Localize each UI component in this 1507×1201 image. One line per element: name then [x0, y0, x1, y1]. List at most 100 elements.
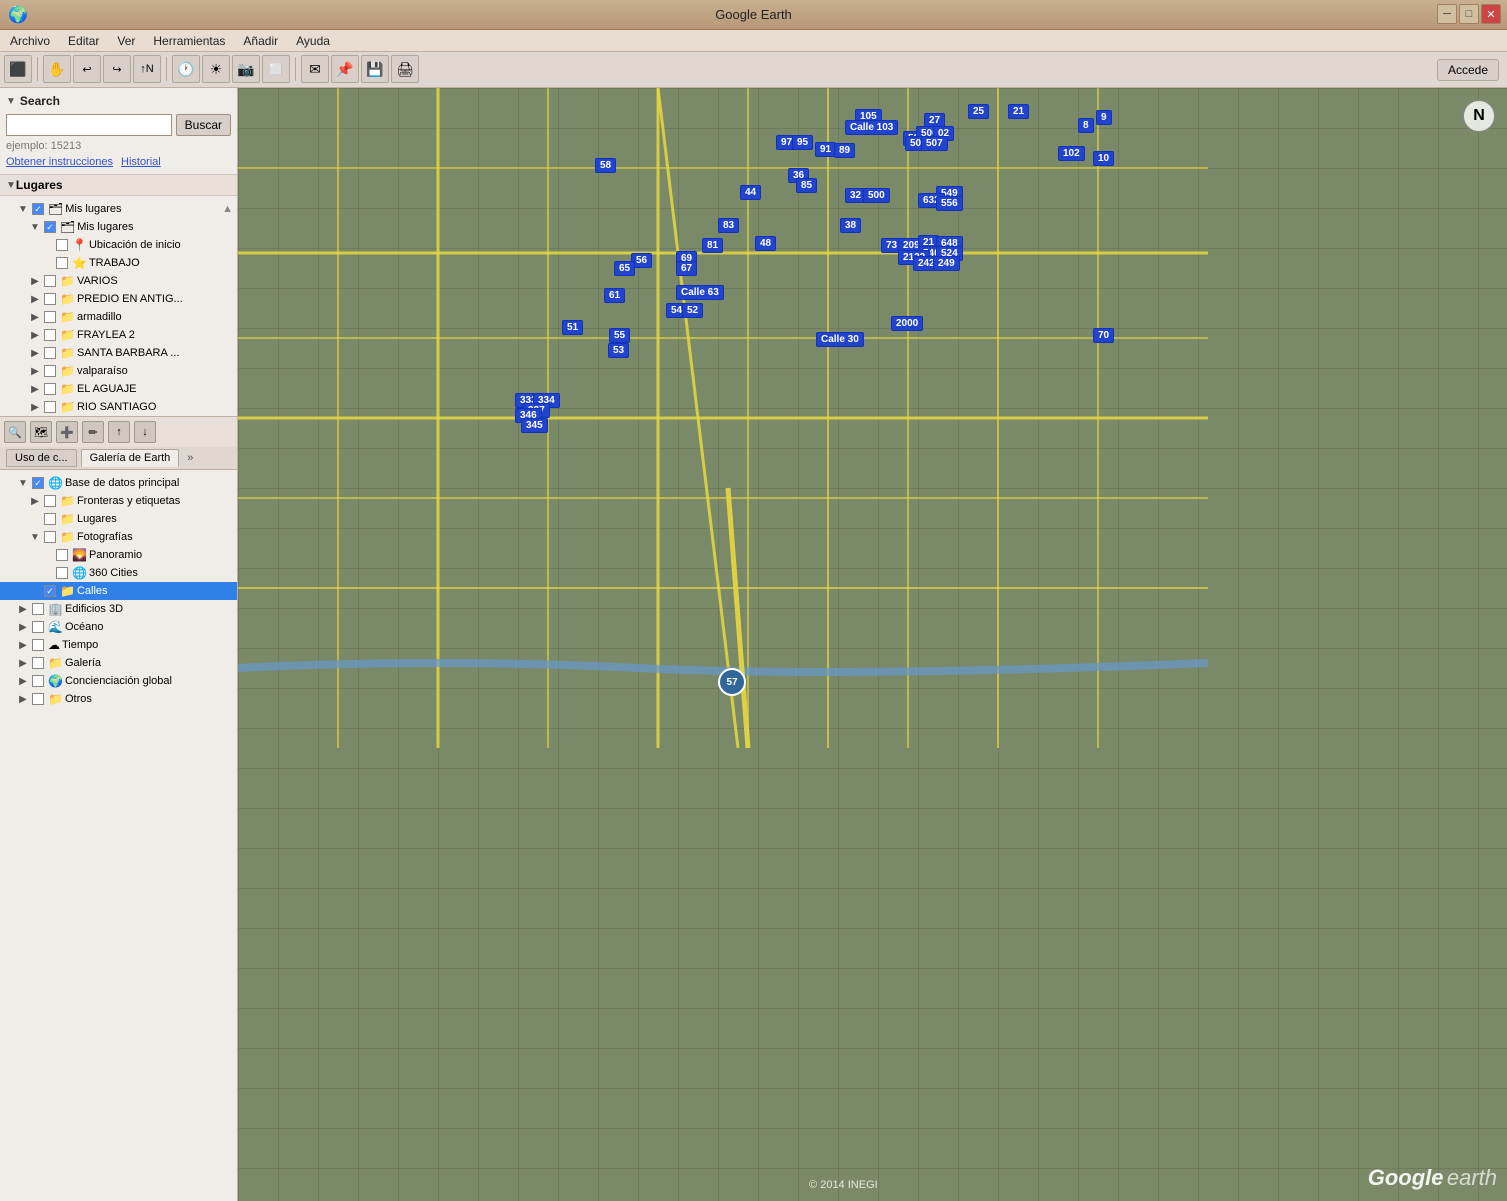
map-pin[interactable]: 10 — [1093, 151, 1114, 166]
map-pin[interactable]: 556 — [936, 196, 963, 211]
checkbox-calles[interactable] — [44, 585, 56, 597]
tree-item-predio[interactable]: ▶ 📁 PREDIO EN ANTIG... — [0, 290, 237, 308]
expand-fraylea[interactable]: ▶ — [28, 328, 42, 342]
map-area[interactable]: 21105272589Calle 10350506025035079795918… — [238, 88, 1507, 1201]
expand-fronteras[interactable]: ▶ — [28, 494, 42, 508]
expand-predio[interactable]: ▶ — [28, 292, 42, 306]
checkbox-oceano[interactable] — [32, 621, 44, 633]
tree-item-calles[interactable]: 📁 Calles — [0, 582, 237, 600]
checkbox-galeria[interactable] — [32, 657, 44, 669]
expand-galeria[interactable]: ▶ — [16, 656, 30, 670]
expand-tiempo[interactable]: ▶ — [16, 638, 30, 652]
map-pin[interactable]: 91 — [815, 142, 836, 157]
checkbox-edificios[interactable] — [32, 603, 44, 615]
checkbox-rio-santiago[interactable] — [44, 401, 56, 413]
tree-item-rio-santiago[interactable]: ▶ 📁 RIO SANTIAGO — [0, 398, 237, 416]
menu-ver[interactable]: Ver — [113, 32, 139, 50]
toolbar-sun[interactable]: ☀ — [202, 55, 230, 83]
toolbar-box[interactable]: ⬜ — [262, 55, 290, 83]
map-pin[interactable]: 70 — [1093, 328, 1114, 343]
checkbox-el-aguaje[interactable] — [44, 383, 56, 395]
expand-mis-lugares[interactable]: ▼ — [16, 202, 30, 216]
places-collapse-icon[interactable]: ▼ — [6, 180, 16, 191]
map-pin[interactable]: 58 — [595, 158, 616, 173]
toolbar-hand-btn[interactable]: ✋ — [43, 55, 71, 83]
toolbar-rotate-left[interactable]: ↩ — [73, 55, 101, 83]
tree-item-fraylea[interactable]: ▶ 📁 FRAYLEA 2 — [0, 326, 237, 344]
map-pin[interactable]: 95 — [792, 135, 813, 150]
map-pin[interactable]: 38 — [840, 218, 861, 233]
map-pin[interactable]: 89 — [834, 143, 855, 158]
tree-item-oceano[interactable]: ▶ 🌊 Océano — [0, 618, 237, 636]
checkbox-varios[interactable] — [44, 275, 56, 287]
checkbox-fotografias[interactable] — [44, 531, 56, 543]
checkbox-base-datos[interactable] — [32, 477, 44, 489]
map-pin[interactable]: 21 — [1008, 104, 1029, 119]
tree-item-el-aguaje[interactable]: ▶ 📁 EL AGUAJE — [0, 380, 237, 398]
tree-item-lugares-layer[interactable]: 📁 Lugares — [0, 510, 237, 528]
checkbox-concienciacion[interactable] — [32, 675, 44, 687]
tree-item-ubicacion[interactable]: 📍 Ubicación de inicio — [0, 236, 237, 254]
tree-item-fronteras[interactable]: ▶ 📁 Fronteras y etiquetas — [0, 492, 237, 510]
map-pin[interactable]: Calle 30 — [816, 332, 864, 347]
maximize-button[interactable]: □ — [1459, 4, 1479, 24]
map-pin[interactable]: Calle 103 — [845, 120, 898, 135]
search-input[interactable] — [6, 114, 172, 136]
sb-down-btn[interactable]: ↓ — [134, 421, 156, 443]
checkbox-fronteras[interactable] — [44, 495, 56, 507]
sb-map-btn[interactable]: 🗺 — [30, 421, 52, 443]
expand-oceano[interactable]: ▶ — [16, 620, 30, 634]
sb-search-btn[interactable]: 🔍 — [4, 421, 26, 443]
checkbox-lugares-layer[interactable] — [44, 513, 56, 525]
map-pin[interactable]: 249 — [933, 256, 960, 271]
map-pin[interactable]: 102 — [1058, 146, 1085, 161]
tree-item-fotografias[interactable]: ▼ 📁 Fotografías — [0, 528, 237, 546]
toolbar-photo[interactable]: 📷 — [232, 55, 260, 83]
checkbox-predio[interactable] — [44, 293, 56, 305]
sb-up-btn[interactable]: ↑ — [108, 421, 130, 443]
search-button[interactable]: Buscar — [176, 114, 231, 136]
checkbox-mis-lugares-sub[interactable] — [44, 221, 56, 233]
map-pin[interactable]: 53 — [608, 343, 629, 358]
tree-item-trabajo[interactable]: ⭐ TRABAJO — [0, 254, 237, 272]
close-button[interactable]: ✕ — [1481, 4, 1501, 24]
tree-item-360cities[interactable]: 🌐 360 Cities — [0, 564, 237, 582]
tree-item-base-datos[interactable]: ▼ 🌐 Base de datos principal — [0, 474, 237, 492]
map-pin[interactable]: 25 — [968, 104, 989, 119]
tree-item-valparaiso[interactable]: ▶ 📁 valparaíso — [0, 362, 237, 380]
menu-archivo[interactable]: Archivo — [6, 32, 54, 50]
toolbar-email[interactable]: ✉ — [301, 55, 329, 83]
expand-rio-santiago[interactable]: ▶ — [28, 400, 42, 414]
scroll-up[interactable]: ▲ — [222, 203, 233, 215]
toolbar-print[interactable]: 🖨 — [391, 55, 419, 83]
expand-valparaiso[interactable]: ▶ — [28, 364, 42, 378]
tree-item-tiempo[interactable]: ▶ ☁ Tiempo — [0, 636, 237, 654]
expand-mis-lugares-sub[interactable]: ▼ — [28, 220, 42, 234]
map-pin[interactable]: 67 — [676, 261, 697, 276]
tree-item-mis-lugares-sub[interactable]: ▼ 🗂 Mis lugares — [0, 218, 237, 236]
tree-item-armadillo[interactable]: ▶ 📁 armadillo — [0, 308, 237, 326]
sb-add-btn1[interactable]: ➕ — [56, 421, 78, 443]
expand-el-aguaje[interactable]: ▶ — [28, 382, 42, 396]
map-pin[interactable]: Calle 63 — [676, 285, 724, 300]
menu-anadir[interactable]: Añadir — [239, 32, 282, 50]
map-pin[interactable]: 85 — [796, 178, 817, 193]
map-pin[interactable]: 55 — [609, 328, 630, 343]
tree-item-concienciacion[interactable]: ▶ 🌍 Concienciación global — [0, 672, 237, 690]
map-pin[interactable]: 8 — [1078, 118, 1094, 133]
map-pin[interactable]: 9 — [1096, 110, 1112, 125]
toolbar-clock[interactable]: 🕐 — [172, 55, 200, 83]
tree-item-otros[interactable]: ▶ 📁 Otros — [0, 690, 237, 708]
checkbox-tiempo[interactable] — [32, 639, 44, 651]
get-directions-link[interactable]: Obtener instrucciones — [6, 156, 113, 168]
search-collapse-icon[interactable]: ▼ — [6, 96, 16, 107]
tree-item-panoramio[interactable]: 🌄 Panoramio — [0, 546, 237, 564]
tree-item-varios[interactable]: ▶ 📁 VARIOS — [0, 272, 237, 290]
map-pin[interactable]: 48 — [755, 236, 776, 251]
minimize-button[interactable]: ─ — [1437, 4, 1457, 24]
menu-ayuda[interactable]: Ayuda — [292, 32, 334, 50]
expand-santa-barbara[interactable]: ▶ — [28, 346, 42, 360]
tree-item-galeria[interactable]: ▶ 📁 Galería — [0, 654, 237, 672]
map-pin[interactable]: 65 — [614, 261, 635, 276]
map-pin[interactable]: 345 — [521, 418, 548, 433]
